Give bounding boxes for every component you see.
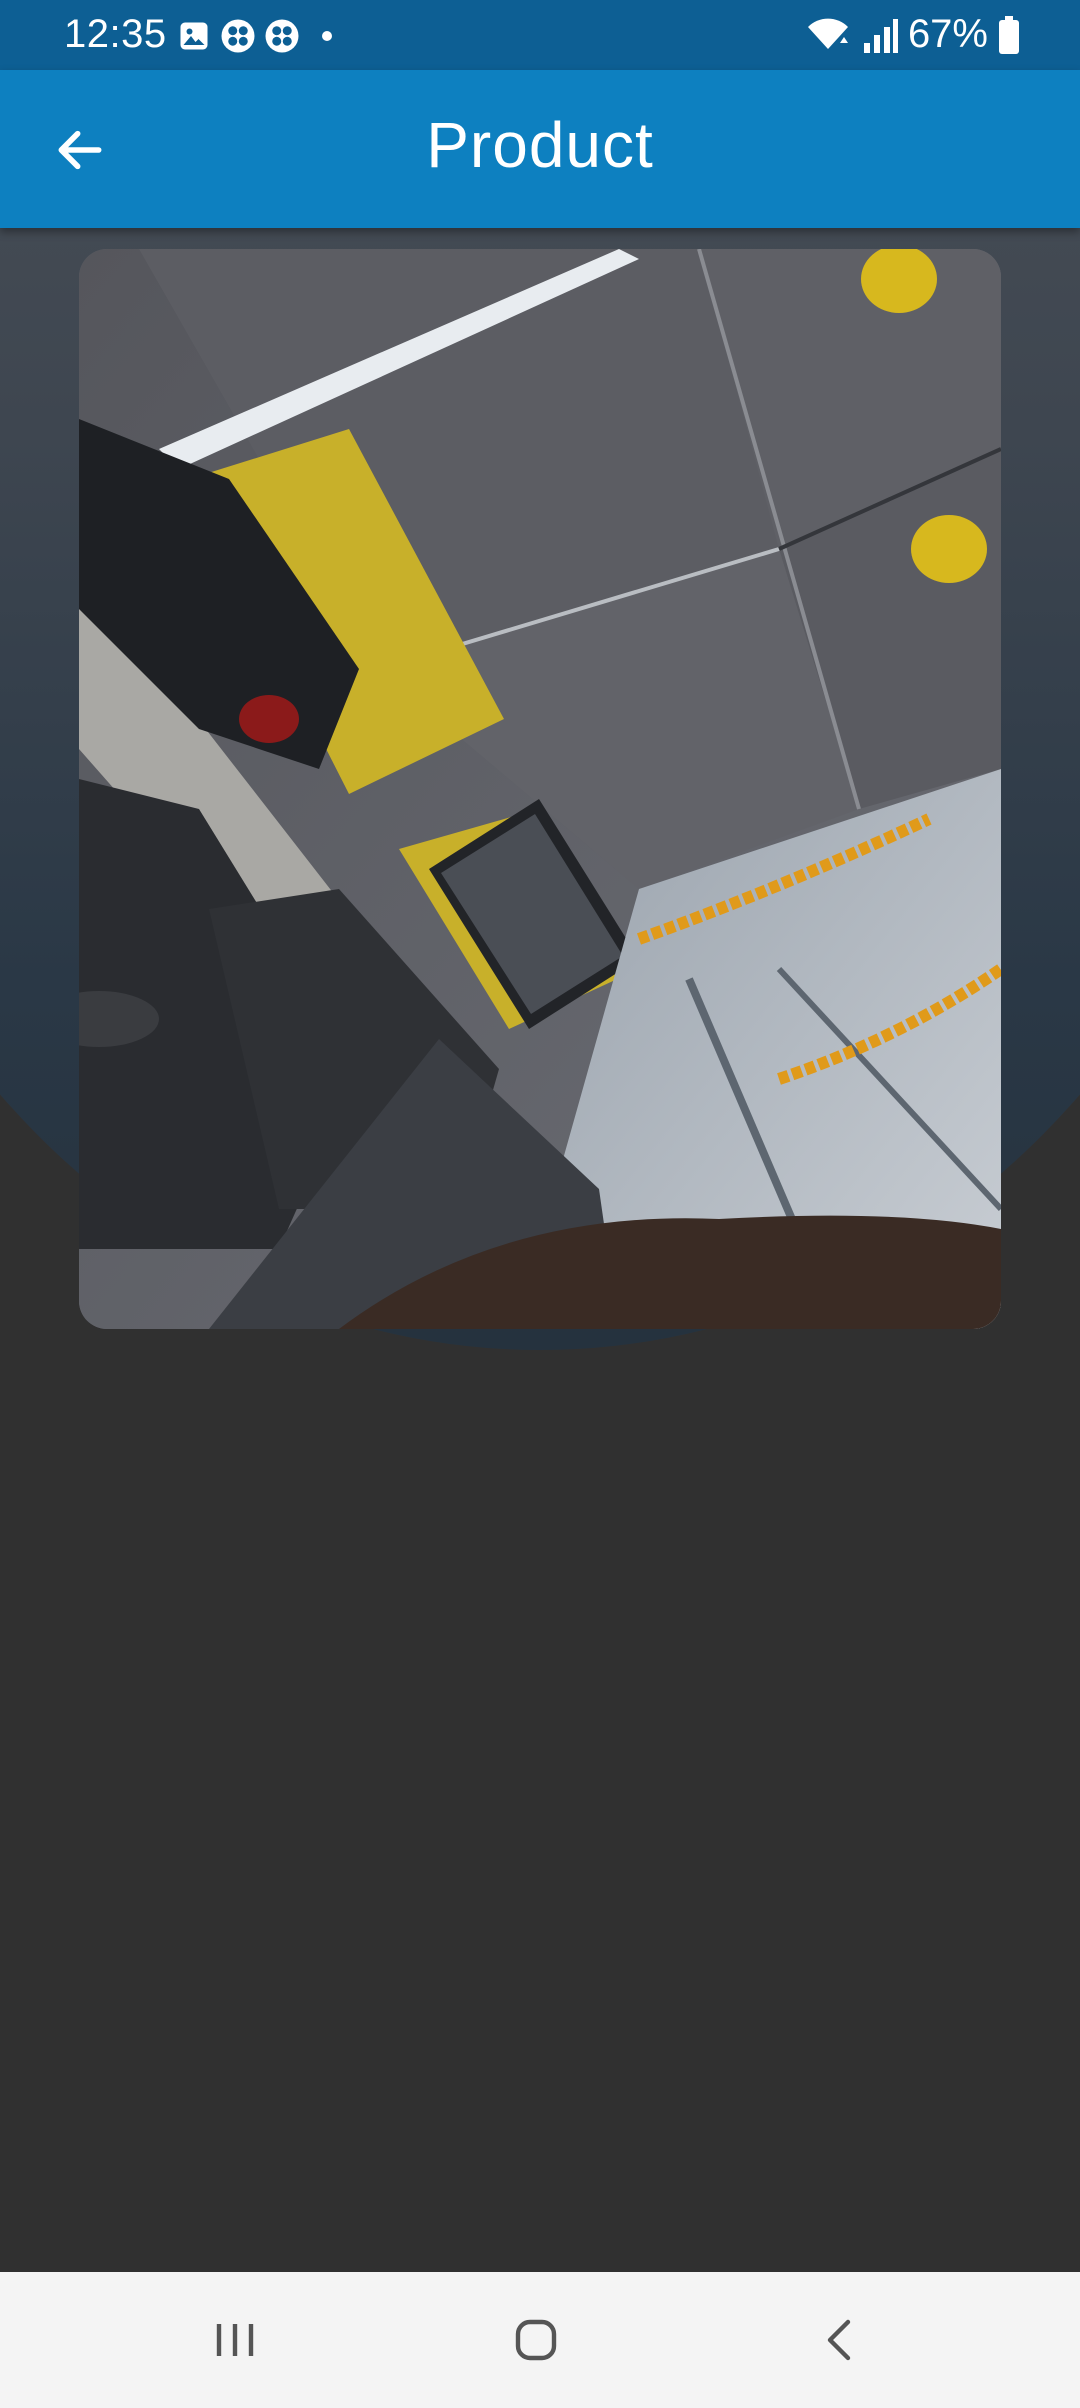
status-time: 12:35 <box>64 12 167 56</box>
signal-icon <box>863 18 898 53</box>
recent-apps-button[interactable] <box>195 2300 275 2380</box>
status-left-icons <box>176 18 332 54</box>
battery-icon <box>999 15 1019 54</box>
page-title: Product <box>426 109 654 181</box>
recent-apps-icon <box>216 2324 254 2356</box>
office-photo <box>79 249 1001 1329</box>
home-icon <box>515 2319 557 2361</box>
app-grid-icon <box>265 19 299 53</box>
nav-bar <box>0 2272 1080 2408</box>
image-icon <box>180 22 208 50</box>
app-bar: Product <box>0 70 1080 228</box>
screen: 12:35 67% Product <box>0 0 1080 2408</box>
product-image[interactable] <box>79 249 1001 1329</box>
notification-dot <box>322 31 332 41</box>
home-button[interactable] <box>496 2300 576 2380</box>
app-grid-icon <box>221 19 255 53</box>
status-bar: 12:35 67% <box>0 0 1080 70</box>
battery-percentage: 67% <box>907 12 988 56</box>
status-right-icons: 67% <box>804 12 1020 57</box>
system-back-button[interactable] <box>800 2300 880 2380</box>
wifi-icon <box>807 18 848 49</box>
back-icon <box>827 2319 851 2361</box>
